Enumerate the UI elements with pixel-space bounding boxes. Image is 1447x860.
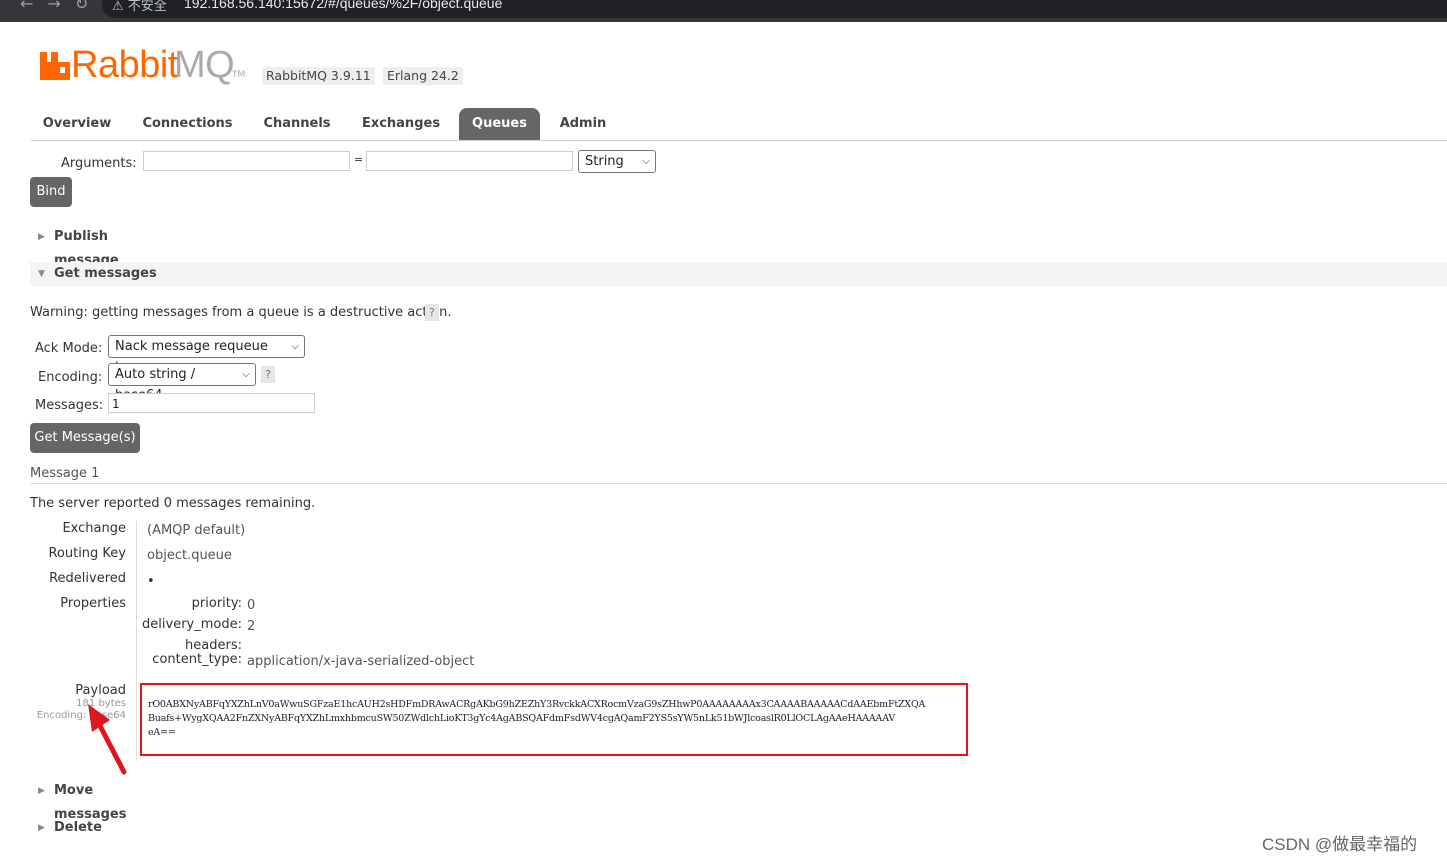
priority-label: priority: xyxy=(191,596,242,611)
destructive-warning: Warning: getting messages from a queue i… xyxy=(30,305,452,320)
content-type-label: content_type: xyxy=(152,652,242,667)
payload-label: Payload xyxy=(75,683,126,698)
tab-connections[interactable]: Connections xyxy=(131,108,244,140)
message-details-divider xyxy=(136,521,137,761)
logo-text-mq: MQ xyxy=(174,44,235,86)
delivery-mode-value: 2 xyxy=(247,619,256,634)
equals-sign: = xyxy=(354,153,364,166)
message-divider xyxy=(30,483,1447,484)
tabs-divider xyxy=(31,140,1447,141)
messages-count-input[interactable]: 1 xyxy=(108,393,315,413)
security-warning[interactable]: ⚠ 不安全 xyxy=(112,0,167,14)
tab-admin[interactable]: Admin xyxy=(551,108,615,140)
message-heading: Message 1 xyxy=(30,466,100,481)
tab-channels[interactable]: Channels xyxy=(253,108,341,140)
logo-text-rabbit: Rabbit xyxy=(71,44,178,86)
chevron-down-icon: ⌵ xyxy=(291,341,299,352)
messages-remaining: The server reported 0 messages remaining… xyxy=(30,496,316,511)
ack-mode-label: Ack Mode: xyxy=(35,341,103,356)
warning-icon: ⚠ xyxy=(112,0,124,14)
warning-help-icon[interactable]: ? xyxy=(425,304,439,321)
rabbitmq-logo-icon xyxy=(40,52,70,80)
annotation-arrow-icon xyxy=(88,704,127,775)
payload-highlight-box: rO0ABXNyABFqYXZhLnV0aWwuSGFzaE1hcAUH2sHD… xyxy=(140,683,968,756)
get-messages-section[interactable]: ▼ Get messages xyxy=(30,262,1447,286)
url-text[interactable]: 192.168.56.140:15672/#/queues/%2F/object… xyxy=(184,0,502,11)
argument-type-select[interactable]: String ⌵ xyxy=(578,150,656,173)
redelivered-label: Redelivered xyxy=(49,571,126,586)
argument-type-value: String xyxy=(585,154,624,169)
remaining-count: 0 xyxy=(163,496,172,511)
rabbitmq-version-badge: RabbitMQ 3.9.11 xyxy=(262,67,375,85)
routing-key-label: Routing Key xyxy=(48,546,126,561)
properties-label: Properties xyxy=(60,596,126,611)
encoding-help-icon[interactable]: ? xyxy=(261,366,275,383)
payload-content[interactable]: rO0ABXNyABFqYXZhLnV0aWwuSGFzaE1hcAUH2sHD… xyxy=(148,698,958,740)
priority-value: 0 xyxy=(247,598,256,613)
chevron-down-icon: ⌵ xyxy=(242,369,250,380)
browser-nav-icons[interactable]: ←→↻ xyxy=(20,0,102,13)
triangle-down-icon: ▼ xyxy=(38,269,45,279)
tab-exchanges[interactable]: Exchanges xyxy=(349,108,453,140)
encoding-select[interactable]: Auto string / base64 ⌵ xyxy=(108,363,256,403)
triangle-right-icon: ▶ xyxy=(38,786,45,796)
bind-button[interactable]: Bind xyxy=(30,177,72,207)
argument-key-input[interactable] xyxy=(143,151,350,171)
chevron-down-icon: ⌵ xyxy=(642,156,650,167)
headers-label: headers: xyxy=(185,638,242,653)
encoding-label: Encoding: xyxy=(38,370,103,385)
redelivered-value: • xyxy=(147,574,155,589)
browser-toolbar: ←→↻ ⚠ 不安全 192.168.56.140:15672/#/queues/… xyxy=(0,0,1447,22)
erlang-version-badge: Erlang 24.2 xyxy=(383,67,463,85)
exchange-value: (AMQP default) xyxy=(147,523,246,538)
argument-value-input[interactable] xyxy=(366,151,573,171)
messages-count-label: Messages: xyxy=(35,398,104,413)
triangle-right-icon: ▶ xyxy=(38,232,45,242)
routing-key-value: object.queue xyxy=(147,548,232,563)
tab-queues[interactable]: Queues xyxy=(459,108,540,140)
tab-overview[interactable]: Overview xyxy=(31,108,123,140)
get-messages-button[interactable]: Get Message(s) xyxy=(30,423,140,453)
ack-mode-select[interactable]: Nack message requeue true ⌵ xyxy=(108,335,305,375)
content-type-value: application/x-java-serialized-object xyxy=(247,654,475,669)
logo-trademark: TM xyxy=(232,70,246,80)
delivery-mode-label: delivery_mode: xyxy=(142,617,242,632)
csdn-watermark: CSDN @做最幸福的 xyxy=(1262,835,1418,854)
arguments-label: Arguments: xyxy=(61,156,137,171)
exchange-label: Exchange xyxy=(62,521,126,536)
triangle-right-icon: ▶ xyxy=(38,823,45,833)
